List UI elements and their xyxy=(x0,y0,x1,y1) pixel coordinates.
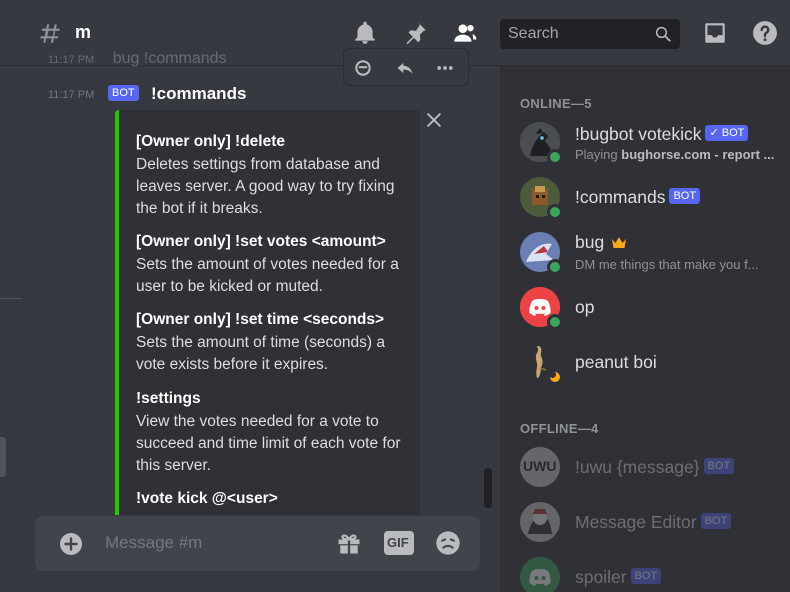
gift-icon[interactable] xyxy=(335,529,363,557)
member-list: ONLINE—5 !bugbot votekick ✓ BOT Playing b… xyxy=(500,66,790,592)
message-timestamp: 11:17 PM xyxy=(48,54,95,66)
more-icon[interactable] xyxy=(434,58,456,78)
status-online-icon xyxy=(547,204,563,220)
embed-field: [Owner only] !delete Deletes settings fr… xyxy=(136,131,416,220)
embed-field: [Owner only] !set votes <amount> Sets th… xyxy=(136,231,416,298)
discord-logo-icon xyxy=(520,557,560,592)
verified-bot-tag: ✓ BOT xyxy=(705,125,749,142)
reply-icon[interactable] xyxy=(394,58,416,78)
status-online-icon xyxy=(547,149,563,165)
section-header-online: ONLINE—5 xyxy=(520,96,592,111)
member-item[interactable]: peanut boi xyxy=(520,342,790,392)
avatar xyxy=(520,502,560,542)
avatar-text: UWU xyxy=(523,458,557,474)
section-header-offline: OFFLINE—4 xyxy=(520,421,599,436)
embed-field-value: Sets the amount of votes needed for a us… xyxy=(136,256,399,295)
bot-tag: BOT xyxy=(108,85,139,101)
member-item[interactable]: spoiler BOT xyxy=(520,557,790,592)
bot-tag: BOT xyxy=(703,458,735,475)
avatar xyxy=(520,232,563,275)
character-avatar-icon xyxy=(520,502,560,542)
member-name-text: Message Editor xyxy=(575,512,697,532)
help-icon[interactable] xyxy=(752,20,778,46)
previous-message: 11:17 PM bug !commands xyxy=(48,50,227,68)
member-name: peanut boi xyxy=(575,352,657,372)
search-icon xyxy=(655,26,671,42)
member-name-text: !uwu {message} xyxy=(575,457,700,477)
status-idle-icon xyxy=(547,369,563,385)
avatar xyxy=(520,557,560,592)
member-item[interactable]: Message Editor BOT xyxy=(520,502,790,552)
bot-tag: BOT xyxy=(700,513,732,530)
embed: [Owner only] !delete Deletes settings fr… xyxy=(115,110,420,515)
member-name: !bugbot votekick ✓ BOT xyxy=(575,124,749,145)
add-attachment-icon[interactable] xyxy=(59,532,83,556)
member-item[interactable]: !bugbot votekick ✓ BOT Playing bughorse.c… xyxy=(520,122,790,172)
message-input[interactable]: Message #m xyxy=(105,533,202,553)
message-text: bug !commands xyxy=(112,50,227,67)
embed-field-name: !vote kick @<user> xyxy=(136,490,278,507)
status-online-icon xyxy=(547,314,563,330)
member-name: bug xyxy=(575,232,627,253)
search-input[interactable]: Search xyxy=(508,25,559,43)
channel-name: m xyxy=(75,22,92,42)
avatar xyxy=(520,287,563,330)
embed-field-value: View the votes needed for a vote to succ… xyxy=(136,413,401,474)
message-text: !commands xyxy=(151,84,247,103)
member-name-text: spoiler xyxy=(575,567,627,587)
add-reaction-icon[interactable] xyxy=(352,58,374,78)
embed-field-name: [Owner only] !set time <seconds> xyxy=(136,311,385,328)
member-status-text: DM me things that make you f... xyxy=(575,257,759,272)
embed-field-name: [Owner only] !set votes <amount> xyxy=(136,233,386,250)
bot-tag: BOT xyxy=(669,188,701,205)
activity-detail: bughorse.com - report ... xyxy=(621,147,775,162)
member-name: spoiler BOT xyxy=(575,567,662,588)
members-icon[interactable] xyxy=(452,20,478,46)
member-item[interactable]: op xyxy=(520,287,790,337)
activity-prefix: Playing xyxy=(575,147,622,162)
avatar: UWU xyxy=(520,447,560,487)
scrollbar[interactable] xyxy=(484,468,492,508)
member-name: op xyxy=(575,297,595,317)
crown-icon xyxy=(612,237,627,249)
member-name: !uwu {message} BOT xyxy=(575,457,735,478)
close-icon[interactable] xyxy=(424,110,444,130)
embed-field: [Owner only] !set time <seconds> Sets th… xyxy=(136,309,416,376)
avatar xyxy=(520,122,563,165)
embed-field: !settings View the votes needed for a vo… xyxy=(136,388,416,477)
bell-icon[interactable] xyxy=(352,20,378,46)
gif-label: GIF xyxy=(387,535,409,550)
avatar xyxy=(520,177,563,220)
message-toolbar xyxy=(343,48,469,86)
embed-field-value: Deletes settings from database and leave… xyxy=(136,156,395,217)
member-item[interactable]: !commands BOT xyxy=(520,177,790,227)
member-name-text: bug xyxy=(575,232,605,252)
message-timestamp: 11:17 PM xyxy=(48,89,95,101)
member-item[interactable]: UWU !uwu {message} BOT xyxy=(520,447,790,497)
member-name-text: !bugbot votekick xyxy=(575,124,702,144)
message-composer: Message #m GIF xyxy=(35,516,480,571)
hashtag-icon xyxy=(40,24,60,43)
search-box[interactable]: Search xyxy=(500,19,680,49)
member-name: !commands BOT xyxy=(575,187,701,208)
inbox-icon[interactable] xyxy=(702,20,728,46)
member-item[interactable]: bug DM me things that make you f... xyxy=(520,232,790,282)
avatar xyxy=(520,342,563,385)
member-activity: Playing bughorse.com - report ... xyxy=(575,147,774,162)
pin-icon[interactable] xyxy=(402,20,428,46)
status-online-icon xyxy=(547,259,563,275)
embed-field-name: !settings xyxy=(136,390,201,407)
embed-field: !vote kick @<user> xyxy=(136,488,416,509)
embed-field-name: [Owner only] !delete xyxy=(136,133,285,150)
bot-tag: BOT xyxy=(630,568,662,585)
member-name: Message Editor BOT xyxy=(575,512,732,533)
embed-field-value: Sets the amount of time (seconds) a vote… xyxy=(136,334,385,373)
member-name-text: !commands xyxy=(575,187,666,207)
divider xyxy=(0,298,22,299)
gif-button[interactable]: GIF xyxy=(384,531,414,555)
emoji-icon[interactable] xyxy=(434,529,462,557)
guild-pill xyxy=(0,437,6,477)
